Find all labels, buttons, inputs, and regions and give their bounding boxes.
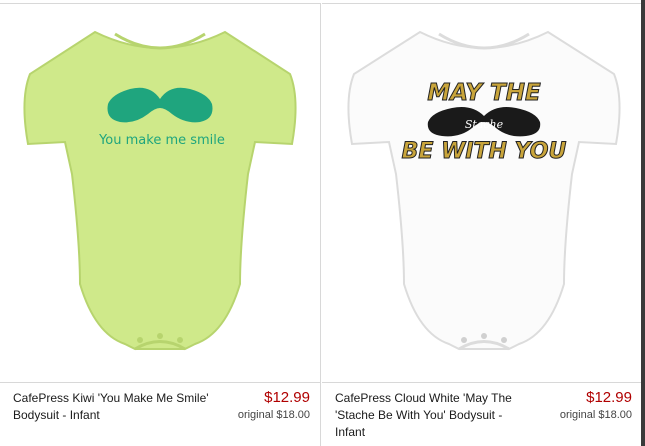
bodysuit-white-image: MAY THE Stache BE WITH YOU (322, 4, 644, 382)
product-title[interactable]: CafePress Kiwi 'You Make Me Smile' Bodys… (13, 390, 218, 424)
product-grid: You make me smile CafePress Kiwi 'You Ma… (0, 0, 645, 446)
product-card[interactable]: MAY THE Stache BE WITH YOU CafePress Clo… (322, 3, 645, 446)
sale-price: $12.99 (264, 389, 310, 406)
product-title[interactable]: CafePress Cloud White 'May The 'Stache B… (335, 390, 525, 441)
product-image[interactable]: MAY THE Stache BE WITH YOU (322, 4, 644, 383)
print-line-top: MAY THE (427, 80, 541, 106)
original-price: original $18.00 (559, 409, 632, 421)
price-block: $12.99 original $18.00 (560, 389, 632, 423)
print-text: You make me smile (98, 133, 225, 148)
product-card[interactable]: You make me smile CafePress Kiwi 'You Ma… (0, 3, 321, 446)
original-price: original $18.00 (237, 409, 310, 421)
print-mid: Stache (465, 118, 504, 131)
right-edge-divider (641, 0, 645, 446)
product-image[interactable]: You make me smile (0, 4, 320, 383)
price-block: $12.99 original $18.00 (238, 389, 310, 423)
print-line-bottom: BE WITH YOU (402, 139, 567, 164)
bodysuit-kiwi-image: You make me smile (0, 4, 320, 382)
sale-price: $12.99 (586, 389, 632, 406)
